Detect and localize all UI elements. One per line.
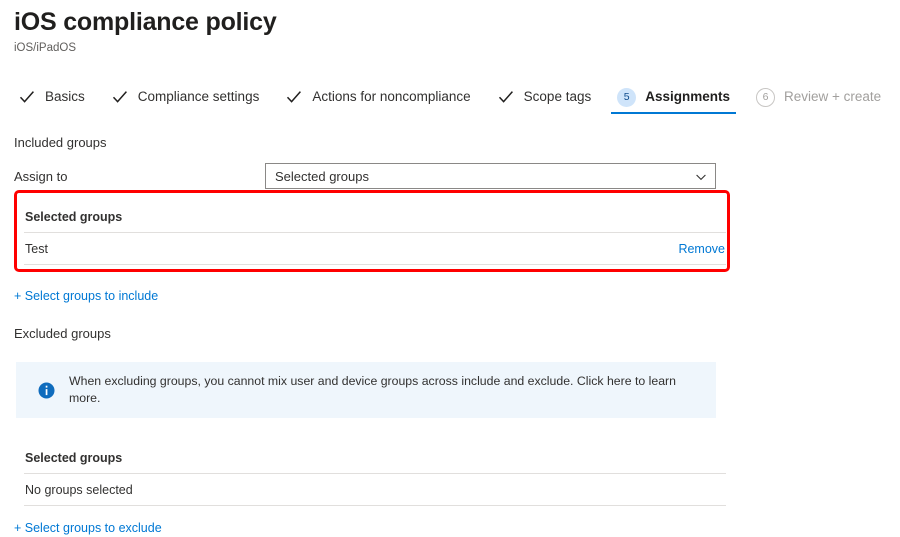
check-icon (285, 88, 303, 106)
page-title: iOS compliance policy (14, 8, 277, 36)
tab-label: Actions for noncompliance (312, 89, 471, 104)
table-row: Test Remove (24, 233, 726, 265)
page-subtitle: iOS/iPadOS (14, 42, 76, 54)
included-groups-table-wrap: Selected groups Test Remove (14, 201, 730, 279)
tab-assignments[interactable]: 5 Assignments (611, 80, 736, 114)
table-header-row: Selected groups (24, 442, 726, 474)
page-header: iOS compliance policy iOS/iPadOS (0, 0, 900, 56)
tab-scope-tags[interactable]: Scope tags (497, 80, 592, 114)
check-icon (111, 88, 129, 106)
excluded-groups-label: Excluded groups (14, 326, 111, 341)
excluded-groups-content: Selected groups No groups selected + Sel… (0, 442, 900, 537)
info-icon (38, 382, 55, 399)
assign-to-value: Selected groups (275, 168, 369, 184)
exclude-groups-info-banner: When excluding groups, you cannot mix us… (16, 362, 716, 418)
step-badge-5: 5 (617, 87, 637, 107)
tab-label: Review + create (784, 89, 882, 104)
excluded-groups-table: Selected groups No groups selected (24, 442, 726, 506)
assignments-content: Included groups Assign to Selected group… (0, 134, 900, 343)
no-groups-selected-text: No groups selected (25, 482, 133, 497)
included-groups-table: Selected groups Test Remove (24, 201, 726, 279)
tab-label: Assignments (645, 89, 730, 104)
included-groups-label: Included groups (14, 135, 107, 150)
tab-actions-for-noncompliance[interactable]: Actions for noncompliance (285, 80, 471, 114)
assign-to-row: Assign to Selected groups (14, 163, 886, 189)
assign-to-label: Assign to (14, 168, 68, 184)
active-tab-underline (611, 112, 736, 114)
info-banner-text: When excluding groups, you cannot mix us… (69, 374, 676, 405)
group-name: Test (25, 241, 48, 256)
tab-review-create[interactable]: 6 Review + create (756, 80, 881, 114)
check-icon (497, 88, 515, 106)
tab-basics[interactable]: Basics (18, 80, 85, 114)
tab-compliance-settings[interactable]: Compliance settings (111, 80, 260, 114)
assign-to-dropdown[interactable]: Selected groups (265, 163, 716, 189)
step-badge-6: 6 (756, 87, 775, 107)
tab-label: Basics (45, 89, 85, 104)
check-icon (18, 88, 36, 106)
select-groups-to-include-link[interactable]: + Select groups to include (14, 288, 158, 305)
wizard-tab-strip: Basics Compliance settings Actions for n… (0, 80, 900, 114)
chevron-down-icon (695, 170, 707, 182)
column-header-selected-groups: Selected groups (25, 209, 123, 224)
remove-group-link[interactable]: Remove (678, 242, 725, 256)
select-groups-to-exclude-link[interactable]: + Select groups to exclude (14, 520, 162, 537)
table-empty-row: No groups selected (24, 474, 726, 506)
tab-label: Scope tags (523, 89, 592, 104)
tab-label: Compliance settings (137, 89, 260, 104)
included-groups-panel: Selected groups Test Remove (14, 201, 886, 287)
column-header-selected-groups: Selected groups (25, 450, 123, 465)
table-footer-spacer (24, 265, 726, 279)
table-header-row: Selected groups (24, 201, 726, 233)
